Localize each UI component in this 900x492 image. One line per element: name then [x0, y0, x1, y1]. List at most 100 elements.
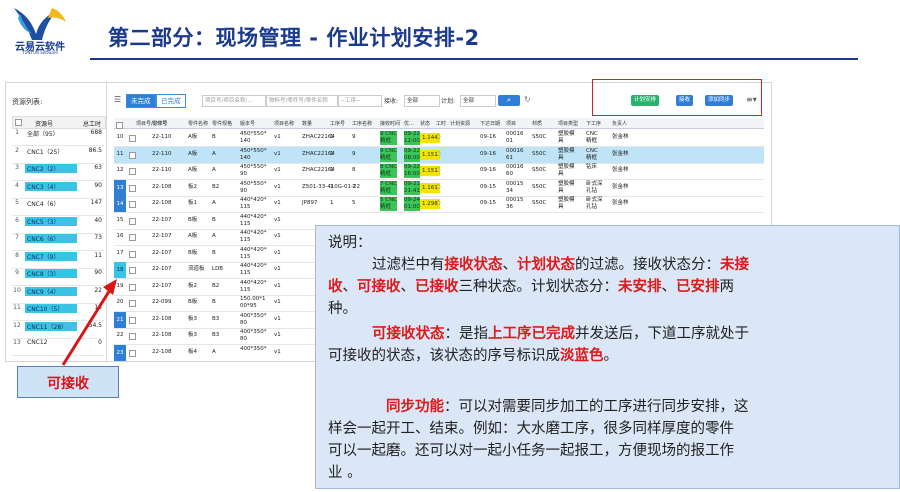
table-row[interactable]: 13 22-108 板2 B2 450*550* 90 v1 Z501-33-410G-01… [114, 179, 764, 197]
resource-name: CNC2（2） [25, 164, 77, 173]
cell-owner: 张金林 [612, 150, 629, 157]
cell-ptype: 塑胶模 具 [558, 197, 575, 210]
row-index: 10 [116, 134, 124, 140]
row-number: 13 [13, 339, 21, 346]
resource-row[interactable]: 2 CNC1（25） 86.5 [12, 147, 104, 164]
cell-part: A板 [188, 150, 198, 157]
note-line-5: 可接收的状态，该状态的序号标识成淡蓝色。 [328, 348, 618, 364]
grid-column-header[interactable]: 项目类型 [558, 120, 578, 127]
cell-spec: 440*420* 115 [240, 263, 267, 276]
resource-row[interactable]: 8 CNC7（9） 11 [12, 251, 104, 269]
grid-column-header[interactable]: 工序名称 [352, 120, 372, 127]
status-circle-icon: ○ [436, 183, 441, 190]
cell-opname: 8 CNC 精框 [380, 164, 398, 178]
cell-time: 09-22 08:00 [404, 147, 420, 162]
cell-order: 22-107 [152, 282, 172, 289]
cell-order: 22-107 [152, 233, 172, 239]
part-search-input[interactable]: 物料号/零件号/零件名称 [266, 95, 338, 107]
cell-proj: JP897 [302, 200, 318, 206]
grid-column-header[interactable]: 下工序 [586, 120, 601, 127]
tab-complete[interactable]: 已完成 [156, 94, 186, 108]
grid-column-header[interactable]: 工时 [436, 120, 446, 127]
row-index: 17 [116, 249, 124, 256]
col-total-hours[interactable]: 总工时 [83, 119, 101, 128]
row-number: 11 [13, 304, 21, 311]
cell-opname: 5 CNC 精框 [380, 197, 398, 211]
cell-owner: 张金林 [612, 183, 629, 190]
cell-next: 卧式深 孔钻 [586, 180, 603, 194]
cell-mat: S50C [532, 134, 547, 140]
resource-name: CNC6（6） [25, 234, 77, 243]
table-row[interactable]: 14 22-108 板1 A 440*420* 115 v1 JP897 1 5 5 CNC 精框… [114, 196, 764, 213]
checkbox-header[interactable] [15, 119, 22, 128]
cell-owner: 张金林 [612, 134, 629, 140]
cell-ver: v1 [274, 348, 281, 355]
resource-row[interactable]: 1 全部（95） 688 [12, 129, 104, 146]
resource-row[interactable]: 6 CNC5（3） 40 [12, 216, 104, 234]
explanation-note: 说明： 过滤栏中有接收状态、计划状态的过滤。接收状态分：未接 收、可接收、已接收… [315, 225, 900, 489]
col-resource[interactable]: 资源号 [35, 119, 53, 128]
grid-column-header[interactable]: 工序号 [330, 120, 345, 127]
cell-part: A板 [188, 233, 198, 239]
cell-opname: 9 CNC 精框 [380, 131, 398, 145]
refresh-icon[interactable]: ↻ [524, 95, 531, 104]
grid-column-header[interactable]: 材质 [532, 120, 542, 127]
cell-order: 22-108 [152, 315, 172, 322]
cell-qty: 1 [330, 150, 334, 157]
table-row[interactable]: 11 22-110 A板 A 450*550* 140 v1 ZHAC22164 1 9 9 CN… [114, 146, 764, 164]
grid-column-header[interactable]: 项目名称 [274, 120, 294, 127]
cell-name: A [212, 200, 216, 206]
cell-part: 板3 [188, 315, 197, 322]
grid-column-header[interactable]: 数量 [302, 120, 312, 127]
grid-column-header[interactable]: 零件规格 [212, 120, 232, 127]
note-line-1: 过滤栏中有接收状态、计划状态的过滤。接收状态分：未接 [372, 257, 749, 273]
grid-column-header[interactable]: 接收时间 [380, 120, 400, 127]
grid-column-header[interactable]: 零件名称 [188, 120, 208, 127]
resource-hours: 86.5 [88, 146, 102, 154]
resource-row[interactable]: 4 CNC3（4） 90 [12, 181, 104, 199]
resource-hours: 11 [94, 251, 102, 259]
cell-spec: 450*550* 140 [240, 147, 267, 161]
cell-next: CNC 精框 [586, 147, 598, 161]
project-search-input[interactable]: 项目号/项目名称/… [202, 95, 266, 107]
row-index: 13 [114, 179, 126, 196]
grid-column-header[interactable]: 状态 [420, 120, 430, 127]
cell-ver: v1 [274, 216, 281, 223]
row-index: 16 [116, 233, 124, 239]
tab-incomplete[interactable]: 未完成 [126, 94, 156, 108]
resource-row[interactable]: 7 CNC6（6） 73 [12, 234, 104, 251]
grid-column-header[interactable]: 版本号 [240, 120, 255, 127]
note-title: 说明： [328, 235, 372, 251]
resource-row[interactable]: 5 CNC4（6） 147 [12, 199, 104, 216]
receive-filter-select[interactable]: 全部 [404, 95, 440, 107]
cell-ver: v1 [274, 332, 281, 338]
cell-part: 流道板 [188, 266, 205, 272]
cell-name: B3 [212, 315, 220, 322]
grid-column-header[interactable]: 零件号 [152, 120, 167, 127]
plan-filter-select[interactable]: 全部 [460, 95, 496, 107]
process-select[interactable]: --工序-- [338, 95, 382, 107]
cell-order: 22-110 [152, 150, 172, 157]
note-line-7: 样会一起开工、结束。例如：大水磨工序，很多同样厚度的零件 [328, 421, 734, 437]
cell-ver: v1 [274, 167, 281, 173]
grid-column-header[interactable]: 计划资源 [450, 120, 470, 127]
row-number: 1 [15, 129, 19, 136]
note-line-4: 可接收状态：是指上工序已完成并发送后，下道工序就处于 [372, 326, 749, 342]
menu-icon[interactable]: ☰ [114, 95, 121, 104]
cell-ver: v1 [274, 315, 281, 322]
row-number: 10 [13, 286, 21, 294]
table-row[interactable]: 12 22-110 A板 A 450*550* 90 v1 ZHAC22164 1 8 8 CNC… [114, 163, 764, 180]
grid-column-header[interactable]: 优… [404, 120, 414, 127]
status-circle-icon: ○ [436, 167, 441, 173]
grid-column-header[interactable]: 下达日期 [480, 120, 500, 127]
cell-spec: 400*350* [240, 345, 267, 352]
cell-ver: v1 [274, 150, 281, 157]
table-row[interactable]: 10 22-110 A板 B 450*550* 140 v1 ZHAC22164 1 9 9 CN… [114, 130, 764, 147]
grid-column-header[interactable]: 负责人 [612, 120, 627, 127]
search-icon[interactable]: ⌕ [498, 95, 520, 106]
cell-order: 22-107 [152, 266, 172, 272]
grid-column-header[interactable]: 项目 [506, 120, 516, 127]
resource-row[interactable]: 3 CNC2（2） 63 [12, 164, 104, 181]
cell-name: B2 [212, 183, 220, 190]
logo-subtext: YUNYUN Software [22, 50, 58, 55]
